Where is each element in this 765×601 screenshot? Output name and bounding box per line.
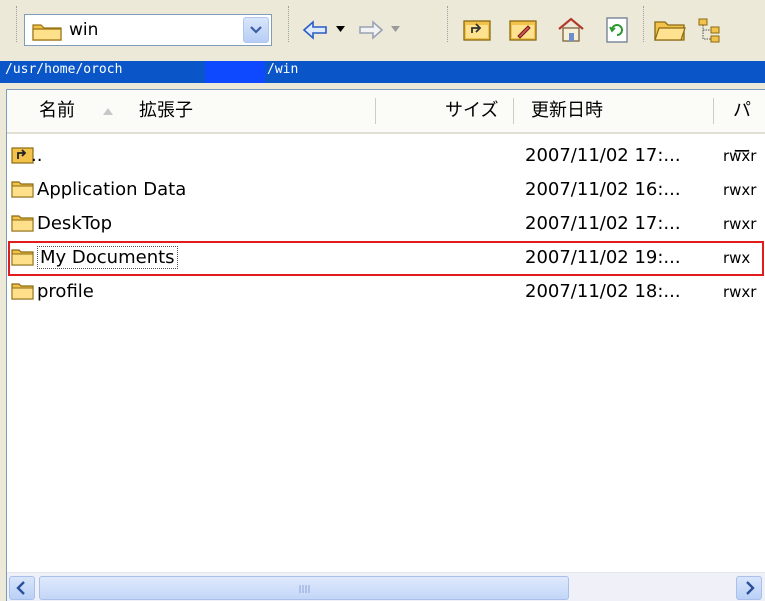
back-icon: [300, 16, 330, 44]
redacted-path-segment: [205, 61, 265, 83]
back-dropdown-icon[interactable]: [336, 26, 345, 32]
folder-icon: [31, 21, 63, 45]
folder-icon: [11, 179, 35, 204]
list-item[interactable]: DeskTop 2007/11/02 17:... rwxr: [7, 208, 765, 242]
file-modified: 2007/11/02 18:...: [525, 281, 681, 302]
file-name: Application Data: [37, 179, 187, 200]
column-divider[interactable]: [375, 98, 376, 124]
toolbar-grip[interactable]: [447, 6, 451, 42]
file-name: profile: [37, 281, 94, 302]
location-value: win: [69, 20, 99, 40]
chevron-right-icon: [746, 581, 755, 595]
tree-view-button[interactable]: [696, 16, 726, 44]
forward-button[interactable]: [356, 16, 386, 44]
home-icon: [556, 16, 586, 44]
refresh-icon: [602, 16, 632, 44]
column-extension[interactable]: 拡張子: [139, 90, 193, 132]
sort-ascending-icon: [103, 108, 113, 115]
parent-folder-icon: [462, 16, 492, 44]
path-bar: /usr/home/oroch /win: [0, 61, 765, 83]
column-divider[interactable]: [713, 98, 714, 124]
file-permissions: rwxr: [723, 181, 757, 199]
rename-folder-button[interactable]: [508, 16, 538, 44]
path-text-start: /usr/home/oroch: [5, 62, 123, 77]
toolbar: win: [0, 0, 765, 61]
horizontal-scrollbar[interactable]: [7, 572, 765, 601]
open-folder-icon: [653, 16, 686, 44]
toolbar-grip[interactable]: [643, 6, 647, 42]
scroll-left-button[interactable]: [9, 576, 35, 600]
selection-highlight-box: [8, 241, 764, 276]
toolbar-grip[interactable]: [288, 6, 292, 42]
dropdown-arrow-icon[interactable]: [243, 17, 269, 43]
column-permissions[interactable]: パー: [733, 90, 765, 163]
file-modified: 2007/11/02 17:...: [525, 145, 681, 166]
home-button[interactable]: [556, 16, 586, 44]
file-modified: 2007/11/02 17:...: [525, 213, 681, 234]
folder-icon: [11, 213, 35, 238]
column-name[interactable]: 名前: [39, 90, 75, 132]
toolbar-grip[interactable]: [16, 6, 20, 42]
chevron-left-icon: [16, 581, 25, 595]
rename-folder-icon: [508, 16, 538, 44]
refresh-button[interactable]: [602, 16, 632, 44]
grip-icon: [299, 585, 310, 593]
file-permissions: rwxr: [723, 283, 757, 301]
file-list[interactable]: 名前 拡張子 サイズ 更新日時 パー .. 2007/11/02 17:... …: [6, 89, 765, 601]
open-folder-button[interactable]: [653, 16, 686, 44]
path-text-end: /win: [267, 62, 299, 77]
location-combobox[interactable]: win: [24, 14, 272, 46]
back-button[interactable]: [300, 16, 330, 44]
list-item[interactable]: Application Data 2007/11/02 16:... rwxr: [7, 174, 765, 208]
list-item[interactable]: profile 2007/11/02 18:... rwxr: [7, 276, 765, 310]
column-size[interactable]: サイズ: [445, 90, 498, 132]
scrollbar-thumb[interactable]: [39, 576, 569, 600]
file-name: ..: [31, 145, 43, 166]
file-name: DeskTop: [37, 213, 113, 234]
parent-folder-button[interactable]: [462, 16, 492, 44]
scroll-right-button[interactable]: [736, 576, 762, 600]
tree-view-icon: [696, 16, 726, 44]
column-divider[interactable]: [513, 98, 514, 124]
file-modified: 2007/11/02 16:...: [525, 179, 681, 200]
column-modified[interactable]: 更新日時: [531, 90, 603, 132]
folder-icon: [11, 281, 35, 306]
forward-dropdown-icon[interactable]: [391, 26, 400, 32]
file-permissions: rwxr: [723, 147, 757, 165]
file-permissions: rwxr: [723, 215, 757, 233]
column-header: 名前 拡張子 サイズ 更新日時 パー: [7, 90, 765, 163]
list-item[interactable]: .. 2007/11/02 17:... rwxr: [7, 140, 765, 174]
forward-icon: [356, 16, 386, 44]
